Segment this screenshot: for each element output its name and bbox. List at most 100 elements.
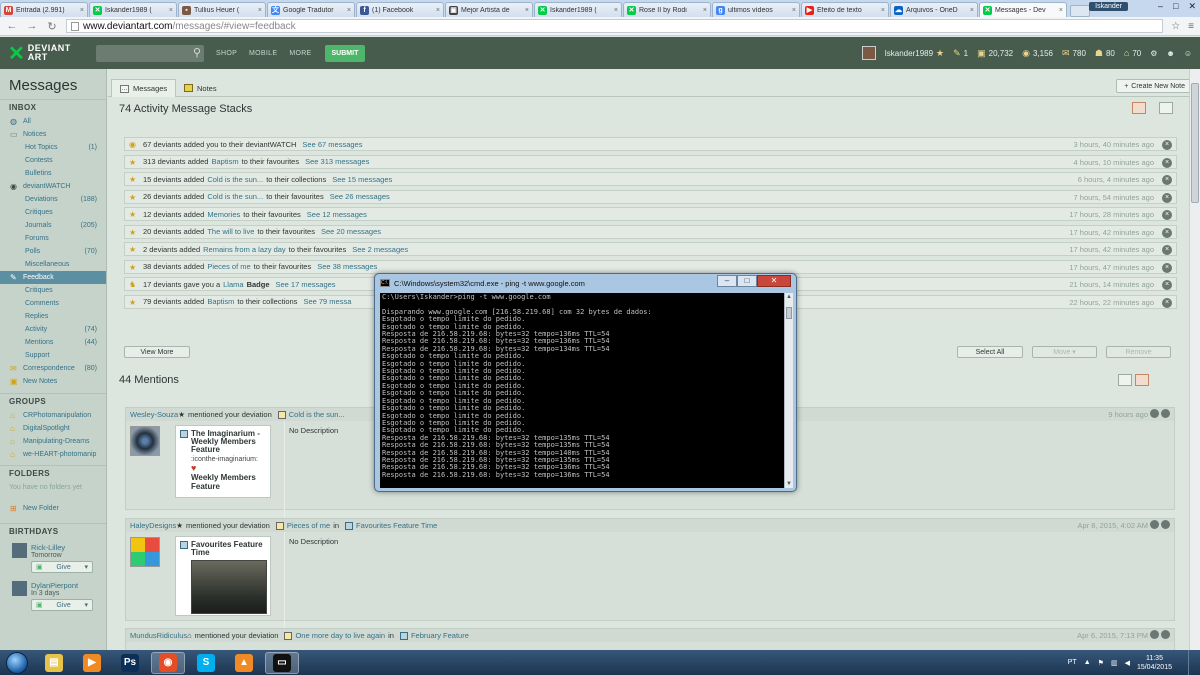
birthday-name[interactable]: DylanPierpont [31,581,93,590]
new-folder-link[interactable]: ⊞ New Folder [0,502,106,515]
deviation-link[interactable]: Cold is the sun... [207,175,263,184]
user-avatar[interactable] [861,46,876,60]
tab-notes[interactable]: Notes [176,79,225,97]
clock[interactable]: 11:35 15/04/2015 [1137,654,1172,672]
close-tab-icon[interactable]: × [347,7,351,14]
network-icon[interactable]: ▥ [1111,659,1118,667]
remove-button[interactable]: Remove [1106,346,1171,358]
journal-thumbnail[interactable]: Favourites Feature Time [175,536,271,616]
birthday-avatar[interactable] [12,543,27,558]
activity-row[interactable]: ◉ 67 deviants added you to their deviantW… [124,137,1177,151]
activity-row[interactable]: ★ 15 deviants added Cold is the sun... to t… [124,172,1177,186]
minimize-icon[interactable]: – [1158,1,1163,12]
comments-count[interactable]: ✉ 780 [1062,48,1086,59]
volume-icon[interactable]: ◀ [1125,659,1130,667]
browser-tab[interactable]: ✕ Iskander1989 (× [534,2,622,17]
cmd-scrollbar[interactable]: ▲ ▼ [784,293,793,488]
see-messages-link[interactable]: See 17 messages [276,280,336,289]
view-more-button[interactable]: View More [124,346,190,358]
browser-tab[interactable]: g ultimos vídeos × [712,2,800,17]
expand-icon[interactable] [1150,630,1159,639]
thumbnail-view-icon[interactable] [1132,102,1146,114]
close-tab-icon[interactable]: × [970,7,974,14]
see-messages-link[interactable]: See 15 messages [332,175,392,184]
mention-avatar[interactable] [130,537,160,567]
taskbar-explorer[interactable]: ▤ [37,652,71,674]
mentioned-deviation-link[interactable]: Pieces of me [287,521,330,530]
dismiss-icon[interactable]: × [1162,192,1172,203]
sidebar-item[interactable]: Polls (70) [0,245,106,258]
birthday-name[interactable]: Rick-Lilley [31,543,93,552]
forward-icon[interactable]: → [26,20,38,32]
sidebar-item[interactable]: ✉ Correspondence (80) [0,362,106,375]
watchers-count[interactable]: ◉ 3,156 [1022,48,1053,59]
mention-user-link[interactable]: Wesley-Souza [130,410,178,419]
nav-more[interactable]: MORE [289,50,311,57]
bookmark-star-icon[interactable]: ☆ [1171,21,1180,32]
dismiss-icon[interactable]: × [1162,175,1172,185]
sidebar-item[interactable]: Hot Topics (1) [0,141,106,154]
show-desktop-button[interactable] [1188,650,1200,675]
mentioned-deviation-link[interactable]: One more day to live again [295,631,385,640]
mentioned-deviation-link[interactable]: Cold is the sun... [289,410,345,419]
dismiss-icon[interactable]: × [1162,227,1172,238]
sidebar-item[interactable]: Replies [0,310,106,323]
nav-mobile[interactable]: MOBILE [249,50,277,57]
mention-user-link[interactable]: HaleyDesigns [130,521,176,530]
username-link[interactable]: Iskander1989 ★ [885,48,945,59]
taskbar-cmd[interactable]: ▭ [265,651,299,674]
home-count[interactable]: ⌂ 70 [1124,48,1141,58]
search-input[interactable]: ⚲ [96,44,204,62]
sidebar-item[interactable]: Journals (205) [0,219,106,232]
maximize-icon[interactable]: □ [1173,1,1178,12]
back-icon[interactable]: ← [6,20,18,32]
activity-row[interactable]: ★ 313 deviants added Baptism to their favou… [124,154,1177,169]
see-messages-link[interactable]: See 313 messages [305,157,369,166]
dismiss-icon[interactable] [1161,630,1170,639]
group-item[interactable]: ⌂ DigitalSpotlight [0,422,106,435]
dismiss-icon[interactable]: × [1162,262,1172,273]
show-hidden-icons-icon[interactable]: ▲ [1084,659,1091,666]
sidebar-item[interactable]: ◉ deviantWATCH [0,180,106,193]
group-item[interactable]: ⌂ we-HEART-photomanip [0,448,106,461]
sidebar-item[interactable]: Critiques [0,284,106,297]
taskbar-skype[interactable]: S [189,652,223,674]
browser-tab[interactable]: f (1) Facebook × [356,2,444,17]
menu-icon[interactable]: ≡ [1188,21,1194,32]
dismiss-icon[interactable]: × [1162,297,1172,308]
submit-button[interactable]: SUBMIT [324,44,366,62]
see-messages-link[interactable]: See 12 messages [307,210,367,219]
browser-tab[interactable]: ▪ Tullius Heuer (× [178,2,266,17]
select-all-button[interactable]: Select All [957,346,1023,358]
group-item[interactable]: ⌂ CRPhotomanipulation [0,409,106,422]
close-icon[interactable]: ✕ [1188,1,1196,12]
sidebar-item[interactable]: Miscellaneous [0,258,106,271]
sidebar-item[interactable]: Support [0,349,106,362]
new-tab-button[interactable] [1070,5,1090,17]
list-view-icon[interactable] [1118,374,1132,386]
activity-row[interactable]: ★ 26 deviants added Cold is the sun... to t… [124,189,1177,204]
settings-icon[interactable]: ⚙ [1150,49,1157,58]
close-tab-icon[interactable]: × [525,7,529,14]
birthday-avatar[interactable] [12,581,27,596]
sidebar-item[interactable]: Comments [0,297,106,310]
close-tab-icon[interactable]: × [881,7,885,14]
see-messages-link[interactable]: See 20 messages [321,227,381,236]
dismiss-icon[interactable]: × [1162,245,1172,255]
dismiss-icon[interactable]: × [1162,280,1172,290]
give-button[interactable]: ▣ Give ▾ [31,599,93,611]
add-friend-icon[interactable]: ☺ [1184,49,1192,58]
move-button[interactable]: Move ▾ [1032,346,1097,358]
group-item[interactable]: ⌂ Manipulating-Dreams [0,435,106,448]
sidebar-item[interactable]: Deviations (188) [0,193,106,206]
browser-tab[interactable]: ▶ Efeito de texto × [801,2,889,17]
taskbar-vlc[interactable]: ▲ [227,652,261,674]
expand-icon[interactable] [1150,520,1159,529]
language-indicator[interactable]: PT [1068,659,1077,666]
close-tab-icon[interactable]: × [792,7,796,14]
deviation-link[interactable]: The will to live [207,227,254,236]
sidebar-item[interactable]: Bulletins [0,167,106,180]
sidebar-item[interactable]: Activity (74) [0,323,106,336]
expand-icon[interactable] [1150,409,1159,418]
cmd-output[interactable]: C:\Users\Iskander>ping -t www.google.com… [380,293,785,488]
